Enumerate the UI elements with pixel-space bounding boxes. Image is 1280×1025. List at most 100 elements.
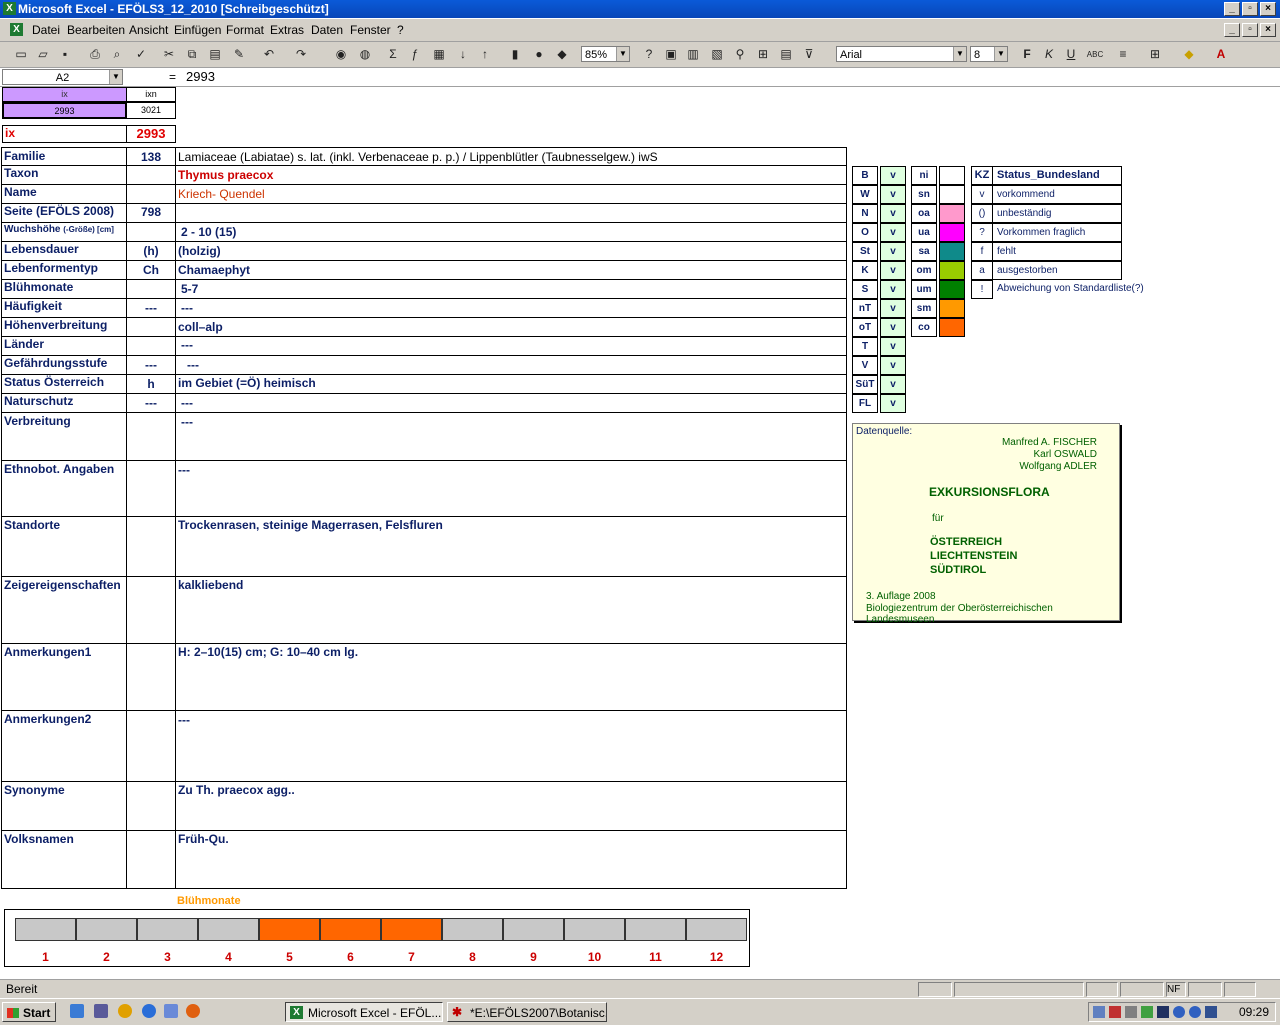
- bold-icon[interactable]: F: [1018, 46, 1036, 63]
- familie-code[interactable]: 138: [127, 150, 175, 164]
- menu-datei[interactable]: Datei: [32, 23, 60, 37]
- excel-app-icon[interactable]: X: [3, 2, 16, 15]
- bundesland-status-nt[interactable]: v: [880, 299, 906, 318]
- form-icon[interactable]: ▣: [662, 46, 680, 63]
- grid-icon[interactable]: ⊞: [754, 46, 772, 63]
- ie-icon[interactable]: [142, 1004, 156, 1018]
- gefaehrdungsstufe-value[interactable]: ---: [187, 358, 199, 372]
- strikethrough-icon[interactable]: ABC: [1086, 46, 1104, 63]
- desktop-icon[interactable]: [70, 1004, 84, 1018]
- bundesland-status-s[interactable]: v: [880, 280, 906, 299]
- hoehenstufe-color-sn[interactable]: [939, 185, 965, 204]
- outlook-icon[interactable]: [164, 1004, 178, 1018]
- undo-icon[interactable]: ↶: [260, 46, 278, 63]
- haeufigkeit-code[interactable]: ---: [127, 301, 175, 315]
- print-icon[interactable]: ⎙: [86, 46, 104, 63]
- bundesland-status-süt[interactable]: v: [880, 375, 906, 394]
- hoehenstufe-color-sa[interactable]: [939, 242, 965, 261]
- autosum-icon[interactable]: Σ: [384, 46, 402, 63]
- bundesland-status-k[interactable]: v: [880, 261, 906, 280]
- function-icon[interactable]: ƒ: [406, 46, 424, 63]
- drawing-icon[interactable]: ◆: [553, 46, 571, 63]
- status-oesterreich-code[interactable]: h: [127, 377, 175, 391]
- zoom-select[interactable]: 85% ▼: [581, 46, 630, 62]
- font-select[interactable]: Arial ▼: [836, 46, 967, 62]
- hoehenstufe-color-oa[interactable]: [939, 204, 965, 223]
- taxon-value[interactable]: Thymus praecox: [178, 168, 273, 182]
- find-icon[interactable]: ⚲: [731, 46, 749, 63]
- bundesland-status-b[interactable]: v: [880, 166, 906, 185]
- ix-label-cell[interactable]: ix: [2, 125, 127, 143]
- ixn-header-cell[interactable]: ixn: [126, 87, 176, 102]
- bundesland-status-fl[interactable]: v: [880, 394, 906, 413]
- underline-icon[interactable]: U: [1062, 46, 1080, 63]
- workbook-minimize-button[interactable]: _: [1224, 23, 1240, 37]
- ix-value-cell[interactable]: 2993: [2, 102, 127, 119]
- laender-value[interactable]: ---: [181, 338, 193, 352]
- hoehenstufe-color-om[interactable]: [939, 261, 965, 280]
- explorer-icon[interactable]: [94, 1004, 108, 1018]
- cut-icon[interactable]: ✂: [160, 46, 178, 63]
- status-oesterreich-value[interactable]: im Gebiet (=Ö) heimisch: [178, 376, 316, 390]
- redo-icon[interactable]: ↷: [292, 46, 310, 63]
- chevron-down-icon[interactable]: ▼: [616, 47, 629, 61]
- name-box[interactable]: A2 ▼: [2, 69, 123, 85]
- zeigereigenschaften-value[interactable]: kalkliebend: [178, 578, 243, 592]
- menu-extras[interactable]: Extras: [270, 23, 304, 37]
- menu-format[interactable]: Format: [226, 23, 264, 37]
- chevron-down-icon[interactable]: ▼: [994, 47, 1007, 61]
- gefaehrdungsstufe-code[interactable]: ---: [127, 358, 175, 372]
- anmerkungen2-value[interactable]: ---: [178, 713, 190, 727]
- calc-icon[interactable]: ▥: [684, 46, 702, 63]
- task-excel[interactable]: X Microsoft Excel - EFÖL...: [285, 1002, 443, 1022]
- tray-network-icon[interactable]: [1109, 1006, 1121, 1018]
- firefox-icon[interactable]: [186, 1004, 200, 1018]
- sort-desc-icon[interactable]: ↑: [476, 46, 494, 63]
- workbook-icon[interactable]: X: [10, 23, 23, 36]
- bundesland-status-v[interactable]: v: [880, 356, 906, 375]
- web-icon[interactable]: ◍: [356, 46, 374, 63]
- start-button[interactable]: Start: [2, 1002, 56, 1022]
- ix-main-cell[interactable]: 2993: [126, 125, 176, 143]
- hoehenstufe-color-ua[interactable]: [939, 223, 965, 242]
- anmerkungen1-value[interactable]: H: 2–10(15) cm; G: 10–40 cm lg.: [178, 645, 358, 659]
- lebensdauer-code[interactable]: (h): [127, 244, 175, 258]
- format-painter-icon[interactable]: ✎: [230, 46, 248, 63]
- ixn-value-cell[interactable]: 3021: [126, 102, 176, 119]
- filter-icon[interactable]: ⊽: [800, 46, 818, 63]
- tray-security-icon[interactable]: [1205, 1006, 1217, 1018]
- hoehenstufe-color-co[interactable]: [939, 318, 965, 337]
- task-folder[interactable]: ✱ *E:\EFÖLS2007\Botanisc...: [447, 1002, 607, 1022]
- chart-wizard-small-icon[interactable]: ▦: [430, 46, 448, 63]
- volksnamen-value[interactable]: Früh-Qu.: [178, 832, 229, 846]
- bundesland-status-st[interactable]: v: [880, 242, 906, 261]
- workbook-close-button[interactable]: ×: [1260, 23, 1276, 37]
- font-color-icon[interactable]: A: [1212, 46, 1230, 63]
- menu-einfuegen[interactable]: Einfügen: [174, 23, 221, 37]
- seite-code[interactable]: 798: [127, 205, 175, 219]
- italic-icon[interactable]: K: [1040, 46, 1058, 63]
- menu-bearbeiten[interactable]: Bearbeiten: [67, 23, 125, 37]
- lebensdauer-value[interactable]: (holzig): [178, 244, 221, 258]
- bundesland-status-w[interactable]: v: [880, 185, 906, 204]
- ethnobot-value[interactable]: ---: [178, 463, 190, 477]
- clock[interactable]: 09:29: [1239, 1005, 1269, 1019]
- haeufigkeit-value[interactable]: ---: [181, 301, 193, 315]
- copy-icon[interactable]: ⧉: [183, 46, 201, 63]
- hyperlink-icon[interactable]: ◉: [332, 46, 350, 63]
- new-icon[interactable]: ▭: [12, 46, 30, 63]
- bundesland-status-o[interactable]: v: [880, 223, 906, 242]
- paste-icon[interactable]: ▤: [206, 46, 224, 63]
- font-size-select[interactable]: 8 ▼: [970, 46, 1008, 62]
- save-icon[interactable]: ▪: [56, 46, 74, 63]
- standorte-value[interactable]: Trockenrasen, steinige Magerrasen, Felsf…: [178, 518, 443, 532]
- menu-ansicht[interactable]: Ansicht: [129, 23, 168, 37]
- hoehenstufe-color-ni[interactable]: [939, 166, 965, 185]
- bluehmonate-value[interactable]: 5-7: [181, 282, 198, 296]
- close-button[interactable]: ×: [1260, 2, 1276, 16]
- wuchshoehe-value[interactable]: 2 - 10 (15): [181, 225, 236, 239]
- workbook-restore-button[interactable]: ▫: [1242, 23, 1258, 37]
- open-icon[interactable]: ▱: [34, 46, 52, 63]
- align-icon[interactable]: ≡: [1114, 46, 1132, 63]
- tray-volume-icon[interactable]: [1093, 1006, 1105, 1018]
